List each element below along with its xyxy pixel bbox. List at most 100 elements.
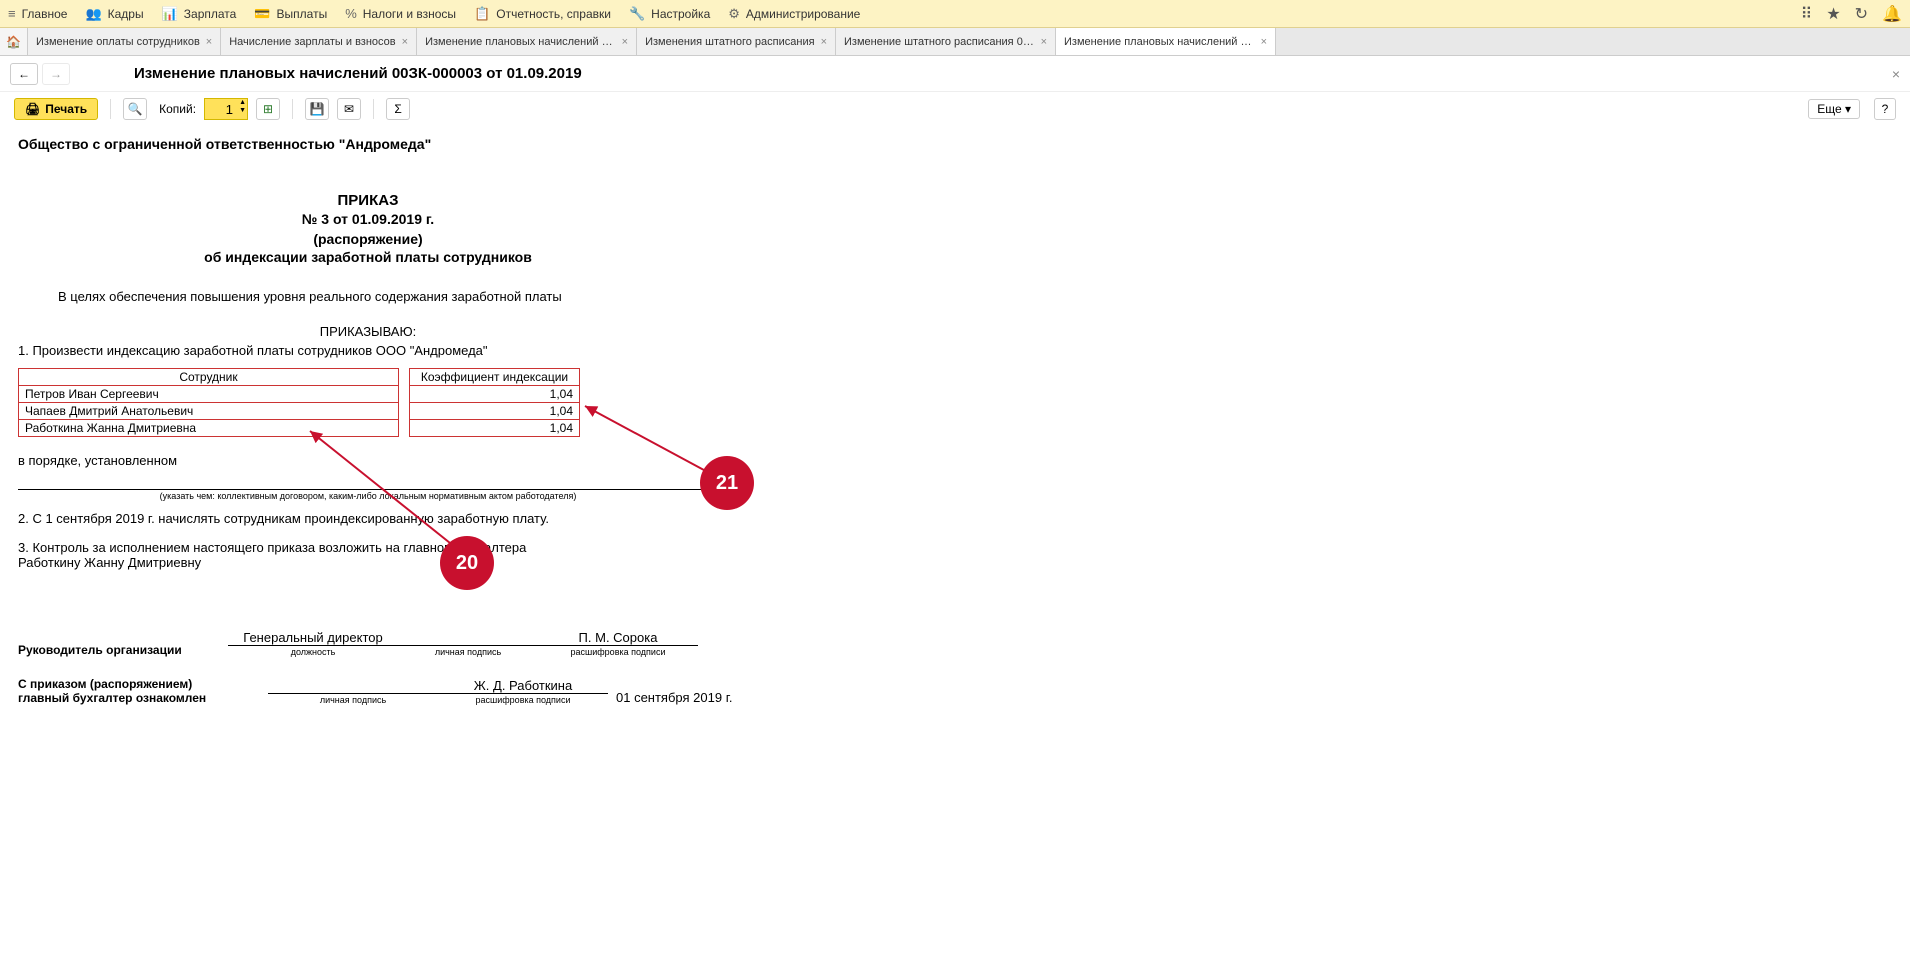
sig2-label-1: С приказом (распоряжением) [18, 677, 268, 691]
menu-label: Налоги и взносы [363, 7, 456, 21]
excel-button[interactable]: ⊞ [256, 98, 280, 120]
forward-button[interactable]: → [42, 63, 70, 85]
main-menu-bar: ≡Главное 👥 Кадры 📊 Зарплата 💳Выплаты % Нало… [0, 0, 1910, 28]
employee-cell: Петров Иван Сергеевич [19, 386, 399, 403]
order-sub1: (распоряжение) [18, 231, 718, 247]
coef-cell: 1,04 [410, 386, 580, 403]
apps-icon[interactable]: ⠿ [1801, 4, 1813, 24]
sig-position-sub: должность [228, 647, 398, 657]
more-label: Еще [1817, 102, 1841, 116]
tab-label: Изменение плановых начислений 00ЗК-00000… [1064, 36, 1255, 48]
home-tab[interactable]: 🏠 [0, 28, 28, 55]
menu-icon: ≡ [8, 6, 16, 21]
tab-item[interactable]: Изменения штатного расписания × [637, 28, 836, 55]
menu-taxes[interactable]: % Налоги и взносы [345, 6, 456, 21]
print-button[interactable]: 🖨 Печать [14, 98, 98, 120]
back-button[interactable]: ← [10, 63, 38, 85]
menu-reports[interactable]: 📋Отчетность, справки [474, 6, 611, 22]
tab-label: Изменения штатного расписания [645, 36, 814, 48]
help-button[interactable]: ? [1874, 98, 1896, 120]
order-word: ПРИКАЗЫВАЮ: [18, 324, 718, 339]
sig2-sign-sub: личная подпись [268, 695, 438, 705]
star-icon[interactable]: ★ [1826, 4, 1840, 24]
print-label: Печать [45, 102, 87, 116]
sig2-name-value: Ж. Д. Работкина [438, 678, 608, 694]
col-coef-header: Коэффициент индексации [410, 369, 580, 386]
close-icon[interactable]: × [206, 36, 212, 48]
menu-label: Зарплата [184, 7, 237, 21]
sig2-sign: личная подпись [268, 678, 438, 705]
sig-sign-sub: личная подпись [398, 647, 538, 657]
intro-text: В целях обеспечения повышения уровня реа… [18, 289, 1892, 304]
tab-item[interactable]: Изменение оплаты сотрудников × [28, 28, 221, 55]
history-icon[interactable]: ↻ [1855, 4, 1868, 24]
copies-stepper[interactable]: ▲▼ [204, 98, 248, 120]
menu-right-icons: ⠿ ★ ↻ 🔔 [1801, 4, 1902, 24]
menu-salary[interactable]: 📊 Зарплата [162, 6, 237, 22]
close-icon[interactable]: × [402, 36, 408, 48]
annotation-bubble-20: 20 [440, 536, 494, 590]
tab-item-active[interactable]: Изменение плановых начислений 00ЗК-00000… [1056, 28, 1276, 55]
close-icon[interactable]: × [1041, 36, 1047, 48]
sig-name: П. М. Сорока расшифровка подписи [538, 630, 698, 657]
more-button[interactable]: Еще ▾ [1808, 99, 1860, 119]
menu-personnel[interactable]: 👥 Кадры [85, 6, 143, 22]
preview-button[interactable]: 🔍 [123, 98, 147, 120]
tab-label: Изменение плановых начислений 00ЗК-00000… [425, 36, 616, 48]
people-icon: 👥 [85, 6, 101, 22]
copies-label: Копий: [159, 102, 196, 116]
tabs-bar: 🏠 Изменение оплаты сотрудников × Начислен… [0, 28, 1910, 56]
close-page-button[interactable]: × [1892, 66, 1900, 82]
sig-position-value: Генеральный директор [228, 630, 398, 646]
menu-main[interactable]: ≡Главное [8, 6, 67, 21]
org-name: Общество с ограниченной ответственностью… [18, 136, 1892, 152]
order-title: ПРИКАЗ [18, 192, 718, 209]
sig2-name-sub: расшифровка подписи [438, 695, 608, 705]
sig2-sign-line [268, 678, 438, 694]
tab-item[interactable]: Изменение плановых начислений 00ЗК-00000… [417, 28, 637, 55]
mail-button[interactable]: ✉ [337, 98, 361, 120]
coef-cell: 1,04 [410, 403, 580, 420]
menu-label: Кадры [108, 7, 144, 21]
toolbar: 🖨 Печать 🔍 Копий: ▲▼ ⊞ 💾 ✉ Σ Еще ▾ ? [0, 92, 1910, 126]
menu-admin[interactable]: ⚙Администрирование [728, 6, 860, 22]
document-scroll[interactable]: Общество с ограниченной ответственностью… [0, 126, 1910, 953]
employee-cell: Чапаев Дмитрий Анатольевич [19, 403, 399, 420]
tab-item[interactable]: Изменение штатного расписания 00ЗК-00000… [836, 28, 1056, 55]
tab-item[interactable]: Начисление зарплаты и взносов × [221, 28, 417, 55]
percent-icon: % [345, 6, 357, 21]
chart-icon: 📊 [162, 6, 178, 22]
save-button[interactable]: 💾 [305, 98, 329, 120]
sig-name-value: П. М. Сорока [538, 630, 698, 646]
menu-settings[interactable]: 🔧Настройка [629, 6, 710, 22]
bell-icon[interactable]: 🔔 [1882, 4, 1902, 24]
order-sub2: об индексации заработной платы сотрудник… [18, 249, 718, 265]
signature-block-2: С приказом (распоряжением) главный бухга… [18, 677, 1892, 705]
order-header: ПРИКАЗ № 3 от 01.09.2019 г. (распоряжени… [18, 192, 718, 265]
signature-block-1: Руководитель организации Генеральный дир… [18, 630, 1892, 657]
tab-label: Начисление зарплаты и взносов [229, 36, 395, 48]
nav-row: ← → Изменение плановых начислений 00ЗК-0… [0, 56, 1910, 92]
stepper-arrows[interactable]: ▲▼ [239, 99, 246, 115]
close-icon[interactable]: × [1261, 36, 1267, 48]
separator [373, 99, 374, 119]
sum-button[interactable]: Σ [386, 98, 410, 120]
annotation-bubble-21: 21 [700, 456, 754, 510]
col-employee-header: Сотрудник [19, 369, 399, 386]
menu-label: Выплаты [277, 7, 328, 21]
item-1: 1. Произвести индексацию заработной плат… [18, 343, 1892, 358]
close-icon[interactable]: × [821, 36, 827, 48]
printer-icon: 🖨 [25, 102, 40, 116]
page-title: Изменение плановых начислений 00ЗК-00000… [134, 65, 582, 82]
menu-payments[interactable]: 💳Выплаты [254, 6, 327, 22]
sig-sign: личная подпись [398, 630, 538, 657]
tab-label: Изменение оплаты сотрудников [36, 36, 200, 48]
document-content: Общество с ограниченной ответственностью… [0, 126, 1910, 715]
menu-label: Настройка [651, 7, 710, 21]
gear-icon: ⚙ [728, 6, 740, 22]
home-icon: 🏠 [6, 35, 21, 49]
menu-label: Отчетность, справки [496, 7, 611, 21]
sig-sign-line [398, 630, 538, 646]
sig2-date: 01 сентября 2019 г. [608, 690, 768, 705]
close-icon[interactable]: × [622, 36, 628, 48]
